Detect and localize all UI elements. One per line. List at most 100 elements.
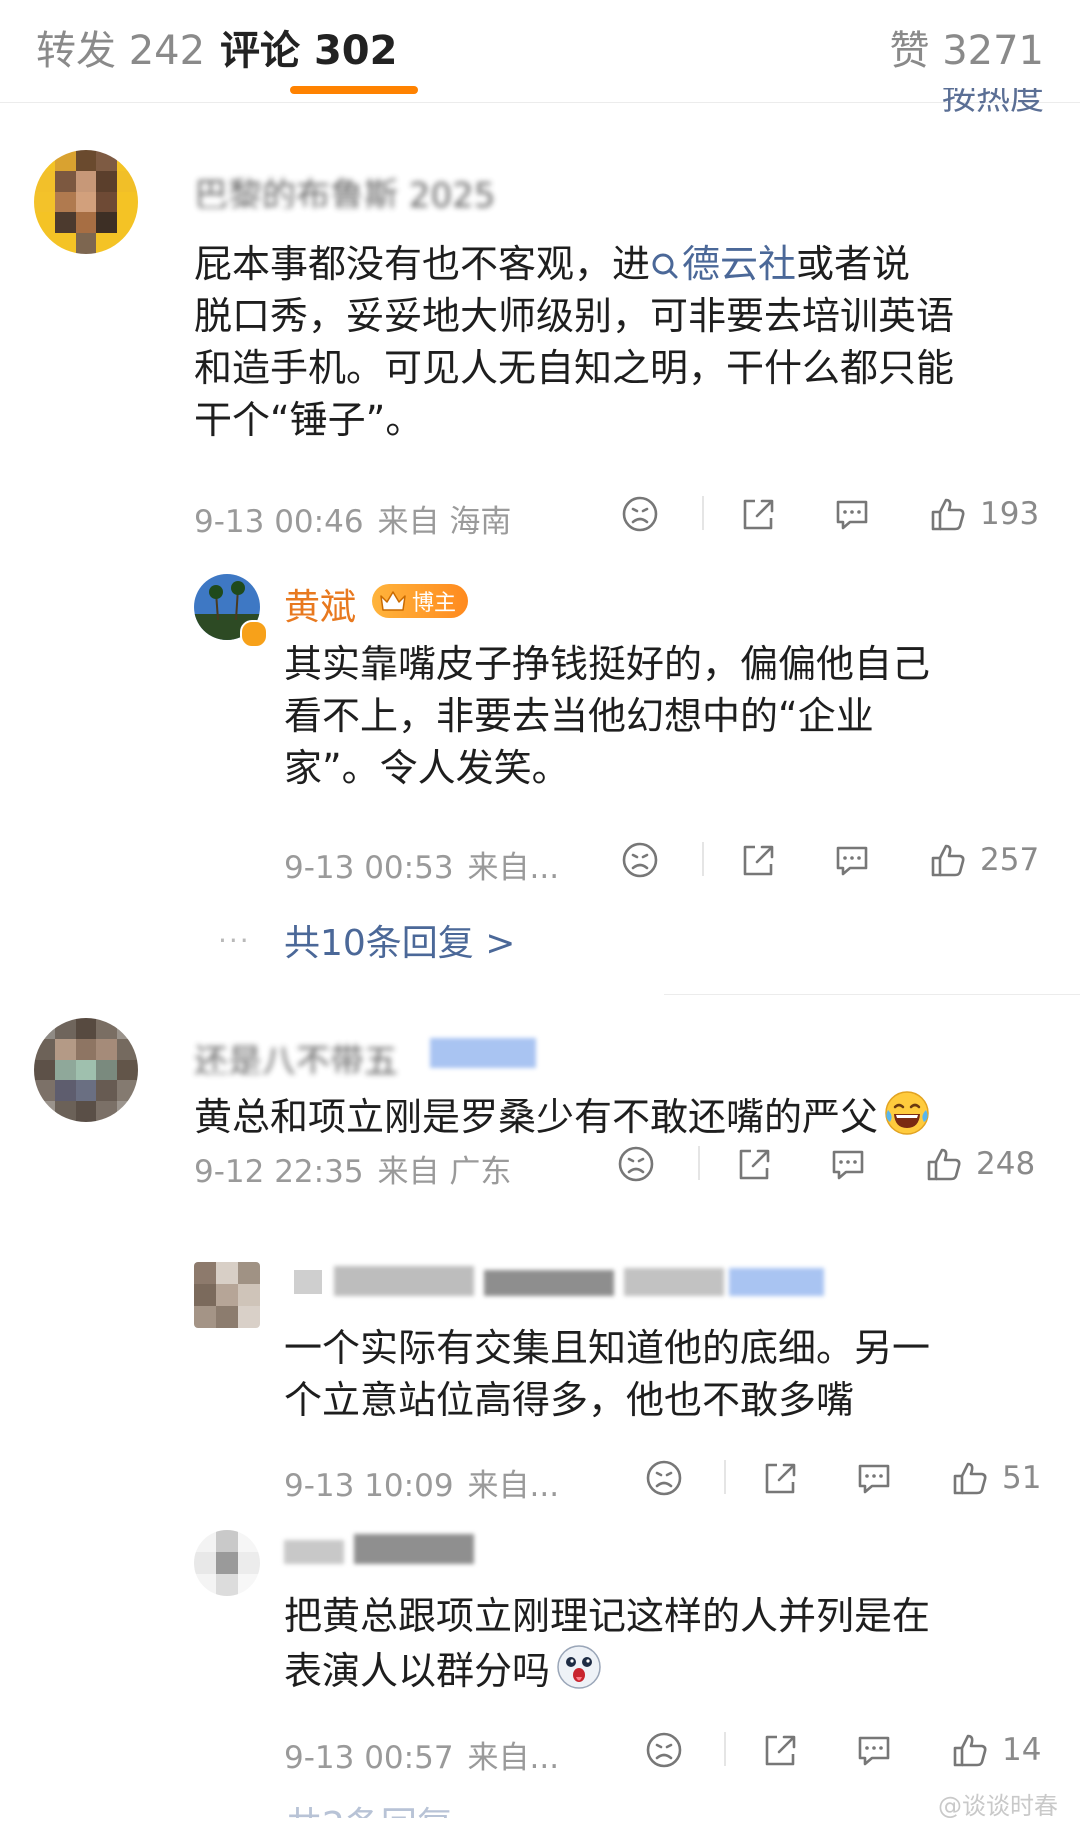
reply-button[interactable]: [854, 1454, 894, 1502]
blurred-text-block: [624, 1268, 724, 1296]
tab-count: 302: [313, 28, 398, 74]
reply-line: 其实靠嘴皮子挣钱挺好的，偏偏他自己: [284, 642, 931, 686]
thumbs-up-icon: [927, 1148, 961, 1181]
tab-reposts[interactable]: 转发 242: [36, 18, 205, 76]
thumbs-up-icon: [953, 1734, 987, 1767]
tab-likes[interactable]: 赞 3271: [889, 18, 1044, 76]
share-icon: [739, 1149, 770, 1180]
thumbs-up-icon: [931, 844, 965, 877]
frown-face-icon: [618, 1146, 654, 1182]
dislike-button[interactable]: [620, 836, 660, 884]
view-more-replies-link[interactable]: 共2条回复: [286, 1796, 453, 1818]
like-button[interactable]: 257: [928, 836, 1039, 884]
like-count: 14: [1002, 1732, 1042, 1768]
dislike-button[interactable]: [616, 1140, 656, 1188]
comment-line: 屁本事都没有也不客观，进: [194, 242, 651, 286]
reply-line: 看不上，非要去当他幻想中的“企业: [284, 694, 874, 738]
share-button[interactable]: [734, 1140, 774, 1188]
reply-button[interactable]: [832, 836, 872, 884]
comment-date: 9-12 22:35: [194, 1154, 364, 1190]
more-replies-label: 共10条回复 >: [284, 923, 516, 964]
like-count: 51: [1002, 1460, 1042, 1496]
reply-username[interactable]: [284, 1534, 504, 1568]
share-icon: [743, 499, 774, 530]
frown-face-icon: [646, 1732, 682, 1768]
comment-icon: [836, 846, 868, 876]
like-button[interactable]: 193: [928, 490, 1039, 538]
reply-line: 一个实际有交集且知道他的底细。另一: [284, 1326, 931, 1370]
frown-face-icon: [622, 496, 658, 532]
member-badge: [430, 1038, 536, 1068]
share-icon: [765, 1463, 796, 1494]
dislike-button[interactable]: [644, 1726, 684, 1774]
username[interactable]: 巴黎的布鲁斯 2025: [194, 168, 574, 208]
share-button[interactable]: [738, 836, 778, 884]
reply-line: 把黄总跟项立刚理记这样的人并列是在: [284, 1594, 931, 1638]
reply-location: 来自...: [467, 1740, 560, 1776]
comment-line: 和造手机。可见人无自知之明，干什么都只能: [194, 346, 955, 390]
topic-link-label: 德云社: [682, 242, 797, 286]
sort-by-hotness-button[interactable]: 按热度: [894, 88, 1044, 114]
watermark: @谈谈时春: [938, 1786, 1058, 1821]
member-badge: [729, 1268, 824, 1296]
like-button[interactable]: 14: [950, 1726, 1041, 1774]
blogger-badge: 博主: [372, 584, 469, 618]
comment-line: 或者说: [796, 242, 911, 286]
action-divider: [702, 496, 704, 530]
watermark-text: @谈谈时春: [938, 1792, 1058, 1820]
shocked-face-emoji-icon: [557, 1645, 601, 1689]
avatar[interactable]: [194, 1262, 260, 1328]
view-more-replies-link[interactable]: 共10条回复 >: [284, 914, 515, 966]
active-tab-indicator: [290, 86, 418, 94]
frown-face-icon: [622, 842, 658, 878]
frown-face-icon: [646, 1460, 682, 1496]
avatar[interactable]: [194, 1530, 260, 1596]
tab-label: 评论: [220, 28, 300, 74]
blurred-text-block: [354, 1534, 474, 1564]
action-divider: [702, 842, 704, 876]
tab-label: 赞: [889, 28, 930, 74]
comment-line: 干个“锤子”。: [194, 398, 424, 442]
dislike-button[interactable]: [644, 1454, 684, 1502]
reply-username[interactable]: 黄斌: [284, 578, 356, 630]
like-button[interactable]: 248: [924, 1140, 1035, 1188]
comment-meta: 9-13 00:46 来自 海南: [194, 496, 511, 541]
comment-body: 黄总和项立刚是罗桑少有不敢还嘴的严父: [194, 1088, 932, 1143]
avatar[interactable]: [34, 150, 138, 254]
share-button[interactable]: [738, 490, 778, 538]
blurred-text-block: [294, 1270, 322, 1294]
tab-comments[interactable]: 评论 302: [220, 18, 397, 76]
tab-count: 3271: [942, 28, 1044, 74]
reply-button[interactable]: [832, 490, 872, 538]
reply-date: 9-13 10:09: [284, 1468, 454, 1504]
like-count: 248: [976, 1146, 1036, 1182]
reply-line: 个立意站位高得多，他也不敢多嘴: [284, 1378, 855, 1422]
avatar[interactable]: [34, 1018, 138, 1122]
reply-meta: 9-13 10:09 来自...: [284, 1460, 559, 1505]
thumbs-up-icon: [931, 498, 965, 531]
comment-location: 来自 海南: [377, 504, 512, 540]
more-replies-label: 共2条回复: [286, 1805, 453, 1818]
like-button[interactable]: 51: [950, 1454, 1041, 1502]
reply-username[interactable]: [284, 1266, 824, 1300]
reply-button[interactable]: [828, 1140, 868, 1188]
comment-meta: 9-12 22:35 来自 广东: [194, 1146, 511, 1191]
topic-link[interactable]: 德云社: [650, 242, 796, 286]
comment-body: 屁本事都没有也不客观，进 德云社或者说 脱口秀，妥妥地大师级别，可非要去培训英语 …: [194, 238, 954, 446]
share-button[interactable]: [760, 1454, 800, 1502]
thumbs-up-icon: [953, 1462, 987, 1495]
blurred-text-block: [484, 1270, 614, 1296]
reply-actions: 51: [644, 1454, 1050, 1502]
reply-button[interactable]: [854, 1726, 894, 1774]
username-text: 还是八不带五: [194, 1042, 398, 1074]
reply-line: 表演人以群分吗: [284, 1649, 551, 1693]
search-icon: [652, 253, 678, 279]
dislike-button[interactable]: [620, 490, 660, 538]
reply-actions: 257: [620, 836, 1050, 884]
comment-location: 来自 广东: [377, 1154, 512, 1190]
comment-icon: [858, 1464, 890, 1494]
share-button[interactable]: [760, 1726, 800, 1774]
reply-location: 来自...: [467, 1468, 560, 1504]
reply-date: 9-13 00:57: [284, 1740, 454, 1776]
blurred-text-block: [284, 1540, 344, 1564]
